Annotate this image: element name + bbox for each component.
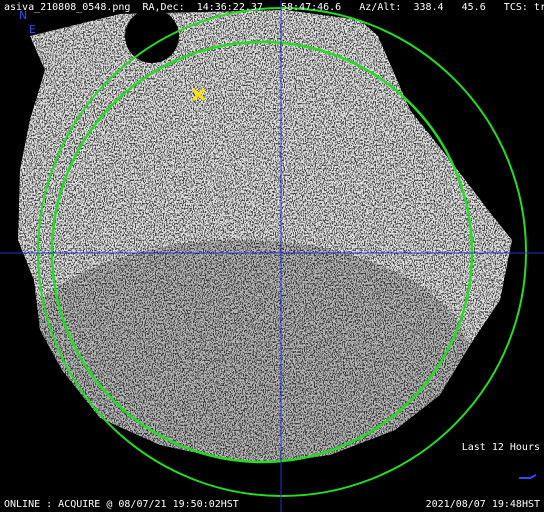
status-text: ONLINE : ACQUIRE @ 08/07/21 19:50:02HST <box>4 499 239 510</box>
alt-value: 45.6 <box>461 2 486 13</box>
azalt-label: Az/Alt: <box>359 2 402 13</box>
ra-value: 14:36:22.37 <box>196 2 263 13</box>
az-value: 338.4 <box>413 2 444 13</box>
dome-obstruction <box>125 9 179 63</box>
legend-label: Last 12 Hours <box>461 442 540 453</box>
header-readout: asiva_210808_0548.png RA,Dec: 14:36:22.3… <box>4 2 544 14</box>
datetime-text: 2021/08/07 19:48HST <box>425 499 540 510</box>
all-sky-viewer <box>0 0 544 512</box>
radec-label: RA,Dec: <box>142 2 185 13</box>
compass-north-label: N <box>19 9 28 22</box>
dec-value: 58:47:46.6 <box>280 2 342 13</box>
tcs-label: TCS: <box>503 2 528 13</box>
compass-east-label: E <box>29 23 36 36</box>
tcs-value: track <box>533 2 544 13</box>
